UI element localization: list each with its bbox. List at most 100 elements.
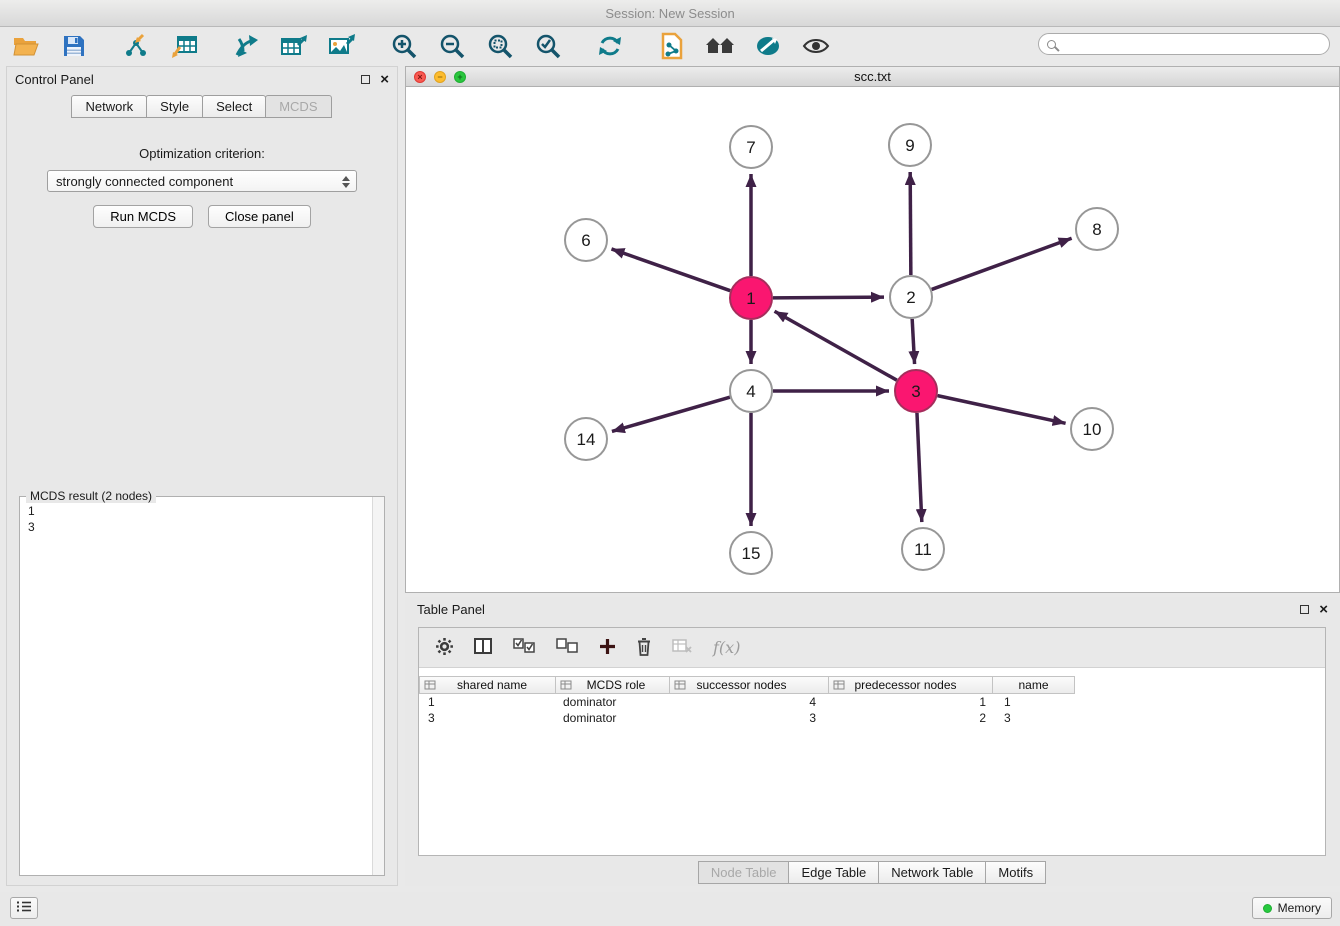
graph-node-label: 1 [746, 289, 755, 308]
tab-network-table[interactable]: Network Table [878, 861, 986, 884]
delete-table-button-disabled[interactable] [672, 639, 693, 657]
cell-predecessor-nodes[interactable]: 1 [831, 695, 996, 709]
graph-edge[interactable] [912, 319, 914, 364]
import-group [120, 31, 200, 63]
cell-successor-nodes[interactable]: 3 [671, 711, 831, 725]
zoom-fit-button[interactable] [484, 31, 516, 63]
graph-edge[interactable] [938, 396, 1066, 424]
graph-edge[interactable] [910, 172, 911, 275]
search-input[interactable] [1061, 37, 1329, 51]
tab-style[interactable]: Style [146, 95, 203, 118]
deselect-all-columns-button[interactable] [556, 638, 579, 657]
table-panel-header: Table Panel × [405, 597, 1340, 621]
cell-successor-nodes[interactable]: 4 [671, 695, 831, 709]
optimization-criterion-select[interactable]: strongly connected component [47, 170, 357, 192]
column-type-icon [560, 680, 572, 694]
export-image-button[interactable] [326, 31, 358, 63]
graph-edge[interactable] [917, 413, 922, 522]
table-toolbar: f(x) [419, 628, 1325, 668]
mcds-result-box: MCDS result (2 nodes) 1 3 [19, 496, 385, 876]
result-scrollbar[interactable] [372, 497, 384, 875]
graph-node-label: 11 [914, 540, 932, 559]
document-network-icon [659, 32, 685, 63]
run-mcds-button[interactable]: Run MCDS [93, 205, 193, 228]
import-network-button[interactable] [120, 31, 152, 63]
open-session-button[interactable] [10, 31, 42, 63]
clone-view-button[interactable] [656, 31, 688, 63]
import-table-button[interactable] [168, 31, 200, 63]
cell-mcds-role[interactable]: dominator [556, 711, 671, 725]
table-header-row: shared name MCDS role successor nodes pr… [419, 676, 1325, 694]
table-row[interactable]: 3 dominator 3 2 3 [419, 710, 1325, 726]
apply-layout-button[interactable] [594, 31, 626, 63]
control-panel-header: Control Panel × [7, 67, 397, 91]
graph-edge[interactable] [932, 238, 1072, 289]
column-header-name[interactable]: name [992, 676, 1075, 694]
close-panel-button[interactable]: Close panel [208, 205, 311, 228]
cell-name[interactable]: 3 [996, 711, 1079, 725]
control-panel: Control Panel × Network Style Select MCD… [6, 66, 398, 886]
cell-shared-name[interactable]: 3 [419, 711, 556, 725]
cell-mcds-role[interactable]: dominator [556, 695, 671, 709]
cell-name[interactable]: 1 [996, 695, 1079, 709]
tab-network[interactable]: Network [71, 95, 147, 118]
float-panel-icon[interactable] [361, 75, 370, 84]
cell-predecessor-nodes[interactable]: 2 [831, 711, 996, 725]
network-view-titlebar[interactable]: × − + scc.txt [406, 67, 1339, 87]
memory-button[interactable]: Memory [1252, 897, 1332, 919]
graph-node-label: 7 [746, 138, 755, 157]
column-header-mcds-role[interactable]: MCDS role [555, 676, 670, 694]
network-view-window: × − + scc.txt 7968124314101511 [405, 66, 1340, 593]
table-row[interactable]: 1 dominator 4 1 1 [419, 694, 1325, 710]
tab-mcds[interactable]: MCDS [265, 95, 331, 118]
delete-column-button[interactable] [636, 637, 652, 659]
neighbors-button[interactable] [704, 31, 736, 63]
table-tabs: Node Table Edge Table Network Table Moti… [405, 861, 1340, 884]
tab-edge-table[interactable]: Edge Table [788, 861, 879, 884]
minimize-window-icon[interactable]: − [434, 71, 446, 83]
function-builder-button[interactable]: f(x) [713, 638, 740, 657]
column-header-predecessor-nodes[interactable]: predecessor nodes [828, 676, 993, 694]
float-table-panel-icon[interactable] [1300, 605, 1309, 614]
close-table-panel-icon[interactable]: × [1319, 602, 1328, 617]
search-box[interactable] [1038, 33, 1330, 55]
tab-select[interactable]: Select [202, 95, 266, 118]
cell-shared-name[interactable]: 1 [419, 695, 556, 709]
graph-edge[interactable] [773, 297, 884, 298]
column-type-icon [424, 680, 436, 694]
zoom-out-button[interactable] [436, 31, 468, 63]
table-panel-title: Table Panel [417, 602, 485, 617]
column-header-shared-name[interactable]: shared name [419, 676, 556, 694]
show-details-button[interactable] [800, 31, 832, 63]
zoom-in-button[interactable] [388, 31, 420, 63]
zoom-selected-icon [535, 33, 561, 62]
annotations-button[interactable] [752, 31, 784, 63]
table-panel: Table Panel × f(x) shared name MCDS role [405, 597, 1340, 886]
zoom-selected-button[interactable] [532, 31, 564, 63]
task-history-button[interactable] [10, 897, 38, 919]
export-table-button[interactable] [278, 31, 310, 63]
window-titlebar[interactable]: Session: New Session [0, 0, 1340, 27]
column-layout-button[interactable] [474, 638, 493, 658]
table-settings-button[interactable] [435, 637, 454, 659]
graph-edge[interactable] [611, 249, 730, 291]
save-session-button[interactable] [58, 31, 90, 63]
close-panel-icon[interactable]: × [380, 72, 389, 87]
new-network-button[interactable] [230, 31, 262, 63]
column-header-successor-nodes[interactable]: successor nodes [669, 676, 829, 694]
add-column-button[interactable] [599, 638, 616, 658]
zoom-fit-icon [487, 33, 513, 62]
graph-edge[interactable] [612, 397, 730, 431]
save-floppy-icon [63, 35, 85, 60]
traffic-lights: × − + [414, 71, 466, 83]
zoom-out-icon [439, 33, 465, 62]
mcds-result-list[interactable]: 1 3 [20, 497, 384, 541]
graph-edge[interactable] [775, 311, 897, 380]
refresh-arrows-icon [597, 33, 623, 62]
close-window-icon[interactable]: × [414, 71, 426, 83]
tab-motifs[interactable]: Motifs [985, 861, 1046, 884]
network-canvas[interactable]: 7968124314101511 [406, 87, 1339, 592]
tab-node-table[interactable]: Node Table [698, 861, 790, 884]
maximize-window-icon[interactable]: + [454, 71, 466, 83]
select-all-columns-button[interactable] [513, 638, 536, 657]
